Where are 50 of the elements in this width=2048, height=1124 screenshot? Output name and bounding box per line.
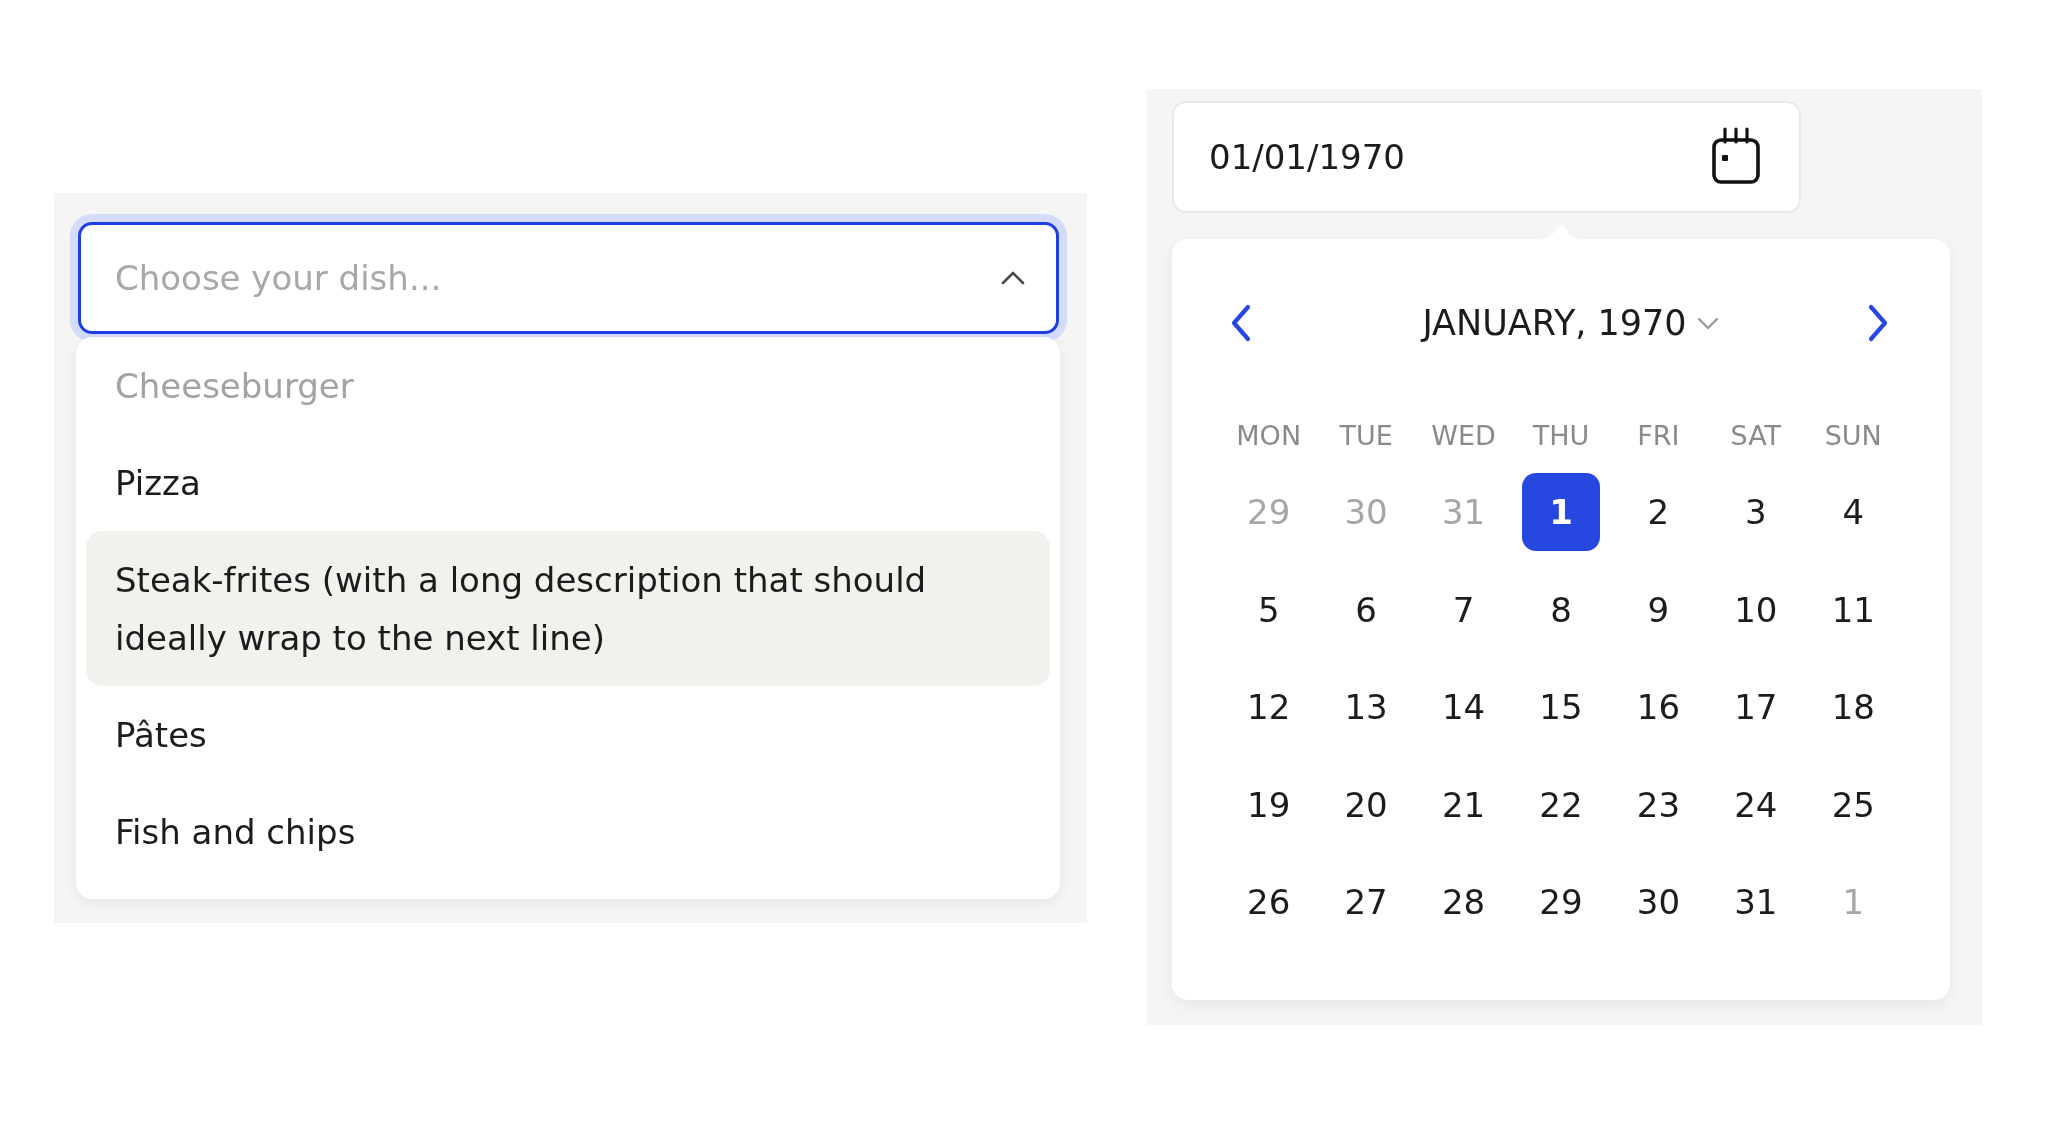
weekday-label: SUN: [1824, 419, 1882, 451]
calendar-day[interactable]: 12: [1229, 668, 1308, 746]
calendar-day[interactable]: 17: [1716, 668, 1795, 746]
calendar-day[interactable]: 24: [1716, 765, 1795, 844]
dropdown-option[interactable]: Fish and chips: [86, 783, 1050, 880]
calendar-day[interactable]: 10: [1716, 570, 1795, 649]
calendar-day[interactable]: 3: [1716, 473, 1795, 551]
weekday-label: MON: [1236, 419, 1302, 451]
dropdown-option[interactable]: Pizza: [86, 434, 1050, 531]
month-year-select[interactable]: JANUARY, 1970: [1422, 303, 1719, 343]
calendar-day[interactable]: 11: [1814, 570, 1893, 649]
calendar-day[interactable]: 21: [1424, 765, 1503, 844]
calendar-day[interactable]: 18: [1814, 668, 1893, 746]
calendar-day[interactable]: 26: [1229, 863, 1308, 941]
chevron-left-icon[interactable]: [1230, 304, 1252, 342]
calendar-icon[interactable]: [1711, 127, 1761, 184]
dish-select-field[interactable]: Choose your dish...: [78, 222, 1059, 334]
calendar-day[interactable]: 9: [1619, 570, 1698, 649]
calendar-day[interactable]: 7: [1424, 570, 1503, 649]
calendar-day[interactable]: 14: [1424, 668, 1503, 746]
dropdown-option[interactable]: Pâtes: [86, 686, 1050, 783]
weekday-label: THU: [1532, 419, 1590, 451]
chevron-down-icon[interactable]: [1696, 316, 1719, 330]
calendar-day[interactable]: 15: [1522, 668, 1600, 746]
calendar-day[interactable]: 8: [1522, 570, 1600, 649]
calendar-day[interactable]: 2: [1619, 473, 1698, 551]
calendar-day[interactable]: 6: [1327, 570, 1406, 649]
dropdown-option[interactable]: Steak-frites (with a long description that should ideally wrap to the next line): [86, 531, 1050, 686]
weekday-label: FRI: [1637, 419, 1680, 451]
chevron-right-icon[interactable]: [1867, 304, 1889, 342]
weekday-label: TUE: [1339, 419, 1393, 451]
date-input-field[interactable]: 01/01/1970: [1172, 101, 1801, 213]
calendar-day[interactable]: 13: [1327, 668, 1406, 746]
calendar-day[interactable]: 29: [1522, 863, 1600, 941]
caret-up-icon[interactable]: [1001, 271, 1025, 285]
calendar-day[interactable]: 5: [1229, 570, 1308, 649]
weekday-label: WED: [1431, 419, 1496, 451]
weekday-label: SAT: [1730, 419, 1782, 451]
calendar-day[interactable]: 31: [1716, 863, 1795, 941]
calendar-day[interactable]: 16: [1619, 668, 1698, 746]
calendar-day[interactable]: 23: [1619, 765, 1698, 844]
calendar-day[interactable]: 30: [1619, 863, 1698, 941]
calendar-day[interactable]: 4: [1814, 473, 1893, 551]
calendar-day[interactable]: 28: [1424, 863, 1503, 941]
calendar-day[interactable]: 1: [1522, 473, 1600, 551]
calendar-day[interactable]: 27: [1327, 863, 1406, 941]
calendar-day[interactable]: 25: [1814, 765, 1893, 844]
calendar-day[interactable]: 20: [1327, 765, 1406, 844]
calendar-day[interactable]: 19: [1229, 765, 1308, 844]
calendar-day[interactable]: 22: [1522, 765, 1600, 844]
